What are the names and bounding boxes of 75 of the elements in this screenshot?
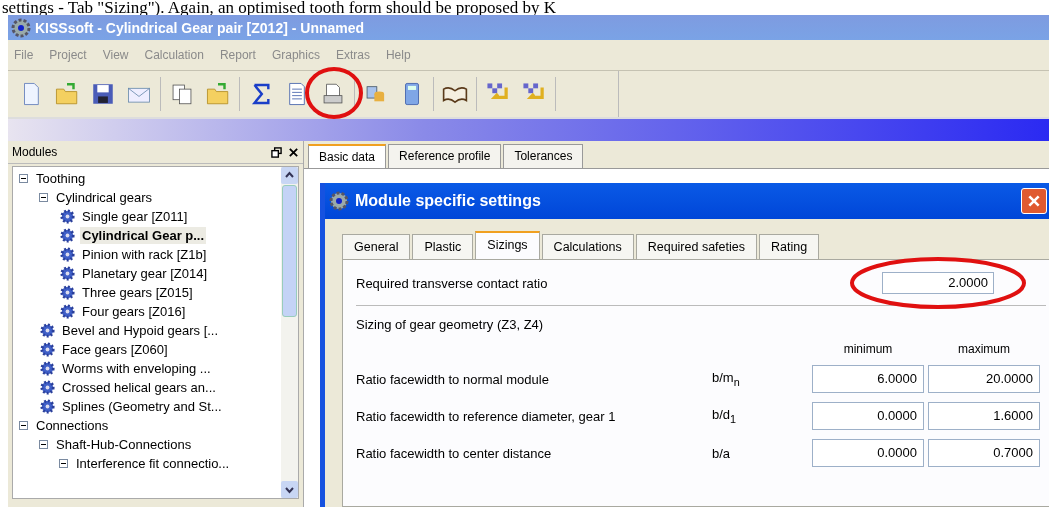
tree-item[interactable]: Pinion with rack [Z1b] — [80, 246, 209, 263]
gear-icon — [39, 360, 56, 377]
tree-item[interactable]: Cylindrical gears — [54, 189, 155, 206]
window-title: KISSsoft - Cylindrical Gear pair [Z012] - Unnamed — [35, 19, 365, 36]
copy-icon — [169, 81, 195, 107]
symbol: b/d$_{1}$ — [712, 407, 738, 425]
tree-item[interactable]: Three gears [Z015] — [80, 284, 195, 301]
close-icon[interactable] — [288, 146, 299, 158]
field-label: Ratio facewidth to normal module — [356, 371, 550, 387]
symbol: b/a — [712, 445, 732, 461]
gear-icon — [59, 208, 76, 225]
print-preview-icon — [320, 81, 346, 107]
input-field[interactable]: 20.0000 — [928, 365, 1040, 393]
input-field[interactable]: 2.0000 — [882, 272, 994, 294]
scrollbar[interactable] — [281, 167, 298, 498]
close-button[interactable] — [1021, 188, 1047, 214]
input-field[interactable]: 0.0000 — [812, 439, 924, 467]
open-folder-icon — [54, 81, 80, 107]
tree-item[interactable]: Worms with enveloping ... — [60, 360, 213, 377]
gear-icon — [39, 379, 56, 396]
tree-item[interactable]: Face gears [Z060] — [60, 341, 170, 358]
input-field[interactable]: 6.0000 — [812, 365, 924, 393]
tree-item[interactable]: Splines (Geometry and St... — [60, 398, 224, 415]
tree-item[interactable]: Bevel and Hypoid gears [... — [60, 322, 221, 339]
close-icon — [1027, 194, 1041, 208]
tree-item[interactable]: Cylindrical Gear p... — [80, 227, 207, 244]
tree-item[interactable]: Four gears [Z016] — [80, 303, 188, 320]
tab[interactable]: Rating — [759, 234, 820, 259]
folder-icon — [205, 81, 231, 107]
dialog-title: Module specific settings — [355, 192, 542, 210]
field-label: Ratio facewidth to reference diameter, gear 1 — [356, 408, 617, 424]
gear-icon — [11, 17, 31, 38]
collapse-icon[interactable] — [39, 193, 48, 202]
tree-item[interactable]: Interference fit connectio... — [74, 455, 232, 472]
collapse-icon[interactable] — [19, 421, 28, 430]
panel-title: Modules — [12, 145, 59, 159]
field-label: Required transverse contact ratio — [356, 275, 548, 291]
tab[interactable]: Tolerances — [503, 144, 584, 168]
tab[interactable]: Reference profile — [388, 144, 502, 168]
section-title: Sizing of gear geometry (Z3, Z4) — [356, 317, 545, 332]
symbol: b/m$_{n}$ — [712, 370, 741, 388]
column-header: minimum — [842, 342, 894, 356]
field-label: Ratio facewidth to center distance — [356, 445, 553, 461]
collapse-icon[interactable] — [19, 174, 28, 183]
tree-item[interactable]: Planetary gear [Z014] — [80, 265, 210, 282]
input-field[interactable]: 1.6000 — [928, 402, 1040, 430]
input-field[interactable]: 0.7000 — [928, 439, 1040, 467]
scroll-down-icon[interactable] — [281, 481, 298, 498]
gear-icon — [59, 284, 76, 301]
column-header: maximum — [957, 342, 1011, 356]
save-icon — [90, 81, 116, 107]
gear-icon — [59, 265, 76, 282]
tab[interactable]: Calculations — [541, 234, 634, 259]
gear-icon — [59, 246, 76, 263]
gear-icon — [39, 322, 56, 339]
tree-item[interactable]: Shaft-Hub-Connections — [54, 436, 194, 453]
restore-icon[interactable] — [271, 146, 282, 158]
tree-item[interactable]: Connections — [34, 417, 111, 434]
tab[interactable]: Sizings — [475, 231, 540, 259]
tree-item[interactable]: Toothing — [34, 170, 88, 187]
gear-icon — [329, 191, 349, 211]
gear-icon — [39, 341, 56, 358]
tree-item[interactable]: Crossed helical gears an... — [60, 379, 218, 396]
gear-icon — [39, 398, 56, 415]
tab[interactable]: General — [342, 234, 411, 259]
collapse-icon[interactable] — [59, 459, 68, 468]
input-field[interactable]: 0.0000 — [812, 402, 924, 430]
tab[interactable]: Basic data — [308, 144, 387, 168]
gear-icon — [59, 227, 76, 244]
gear-icon — [59, 303, 76, 320]
tab[interactable]: Required safeties — [635, 234, 757, 259]
scroll-up-icon[interactable] — [281, 167, 298, 184]
tab[interactable]: Plastic — [412, 234, 474, 259]
tree-item[interactable]: Single gear [Z011] — [80, 208, 190, 225]
collapse-icon[interactable] — [39, 440, 48, 449]
